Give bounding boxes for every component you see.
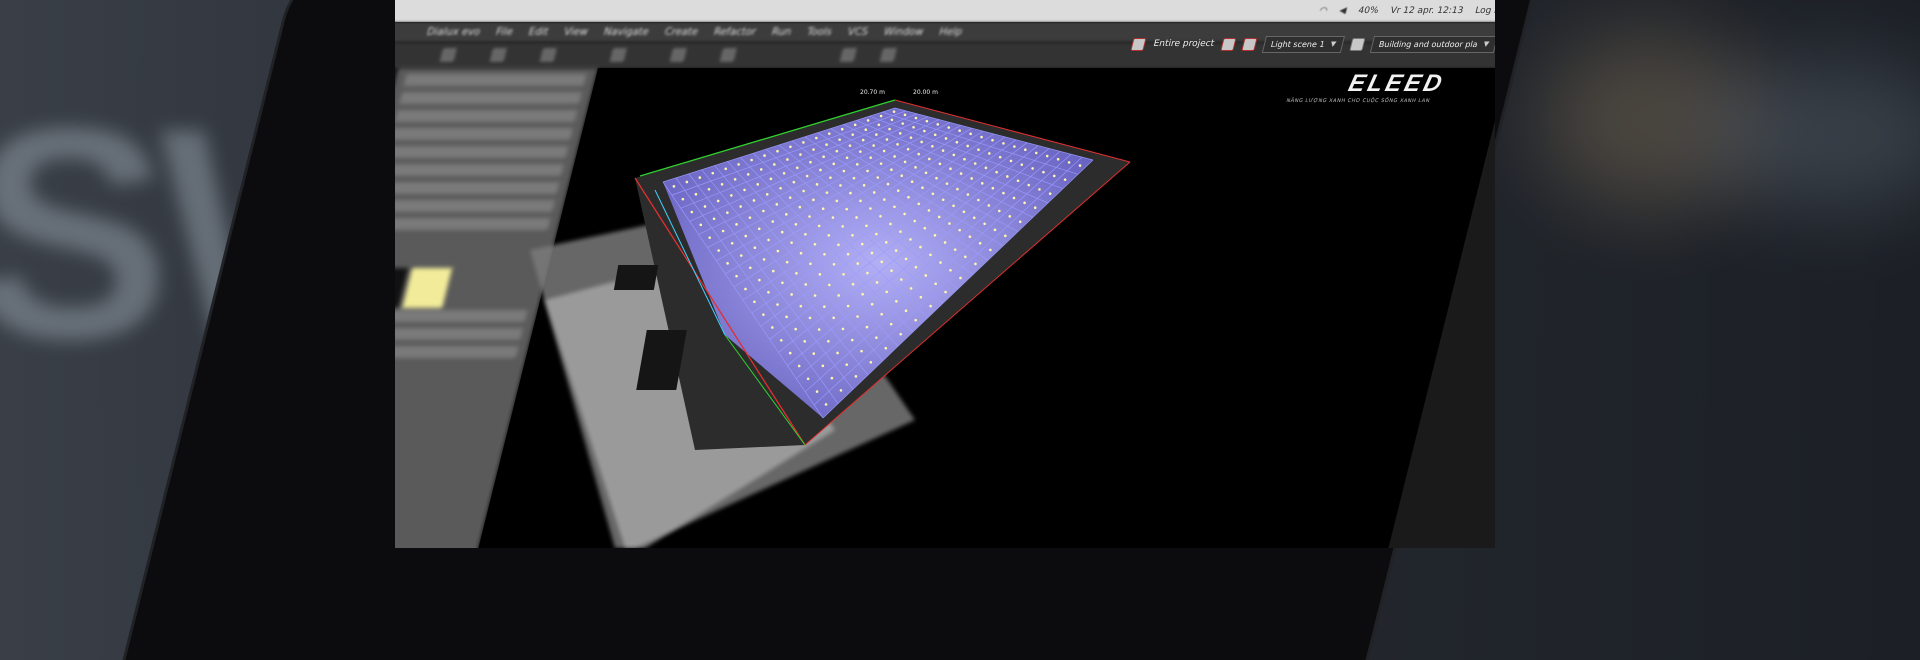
app-menu-item[interactable]: File <box>495 27 514 38</box>
chevron-down-icon: ▼ <box>1329 40 1338 48</box>
toggle-icon[interactable] <box>1349 37 1366 51</box>
entire-project-label[interactable]: Entire project <box>1152 39 1215 49</box>
volume-icon[interactable]: ◀ <box>1338 6 1347 16</box>
tool-icon[interactable] <box>609 48 628 62</box>
wifi-icon[interactable]: ◠ <box>1318 6 1328 16</box>
light-color-thumbnail[interactable] <box>402 268 453 308</box>
panel-row[interactable] <box>395 200 556 212</box>
logo-tagline: NĂNG LƯỢNG XANH CHO CUỘC SỐNG XANH LAN <box>1285 98 1431 104</box>
panel-row[interactable] <box>403 74 587 86</box>
light-scene-value: Light scene 1 <box>1269 39 1326 49</box>
app-menu-item[interactable]: Tools <box>806 27 833 38</box>
tool-icon[interactable] <box>879 48 898 62</box>
eleed-logo: ELEED <box>1345 70 1448 97</box>
panel-row[interactable] <box>395 328 524 340</box>
scene-icon[interactable] <box>1220 37 1237 51</box>
app-menu-item[interactable]: Create <box>663 27 699 38</box>
app-menu-item[interactable]: Dialux evo <box>426 27 482 38</box>
panel-row[interactable] <box>395 182 560 194</box>
scene-icon[interactable] <box>1241 37 1258 51</box>
tool-icon[interactable] <box>439 48 458 62</box>
tool-icon[interactable] <box>489 48 508 62</box>
chevron-down-icon: ▼ <box>1482 40 1491 48</box>
app-menu-item[interactable]: Help <box>938 27 964 38</box>
panel-row[interactable] <box>395 310 528 322</box>
login-link[interactable]: Log in <box>1474 6 1495 16</box>
scene-toolbar: Entire project Light scene 1 ▼ Building … <box>1127 22 1495 66</box>
building-select[interactable]: Building and outdoor pla ▼ <box>1369 35 1495 53</box>
mac-menu-bar: ◠ ◀ 40% Vr 12 apr. 12:13 Log in <box>395 0 1495 22</box>
app-menu-item[interactable]: View <box>563 27 589 38</box>
tool-icon[interactable] <box>539 48 558 62</box>
building-value: Building and outdoor pla <box>1377 39 1479 49</box>
tool-icon[interactable] <box>719 48 738 62</box>
panel-row[interactable] <box>395 164 565 176</box>
laptop-screen: ◠ ◀ 40% Vr 12 apr. 12:13 Log in Dialux e… <box>395 0 1495 548</box>
panel-row[interactable] <box>395 110 578 122</box>
app-menu-item[interactable]: VCS <box>846 27 869 38</box>
tool-icon[interactable] <box>839 48 858 62</box>
3d-viewport[interactable] <box>478 68 1495 548</box>
light-scene-select[interactable]: Light scene 1 ▼ <box>1261 35 1346 53</box>
panel-row[interactable] <box>395 128 574 140</box>
panel-row[interactable] <box>395 218 551 230</box>
project-icon[interactable] <box>1130 37 1148 51</box>
app-menu-item[interactable]: Refactor <box>713 27 758 38</box>
app-menu-item[interactable]: Navigate <box>603 27 651 38</box>
battery-label[interactable]: 40% <box>1357 6 1380 16</box>
app-menu-item[interactable]: Run <box>771 27 793 38</box>
panel-row[interactable] <box>395 346 519 358</box>
tool-icon[interactable] <box>669 48 688 62</box>
app-menu-item[interactable]: Window <box>883 27 925 38</box>
panel-row[interactable] <box>399 92 583 104</box>
app-menu-item[interactable]: Edit <box>527 27 549 38</box>
datetime-label[interactable]: Vr 12 apr. 12:13 <box>1389 6 1464 16</box>
panel-row[interactable] <box>395 146 569 158</box>
app-window: ◠ ◀ 40% Vr 12 apr. 12:13 Log in Dialux e… <box>395 0 1495 548</box>
